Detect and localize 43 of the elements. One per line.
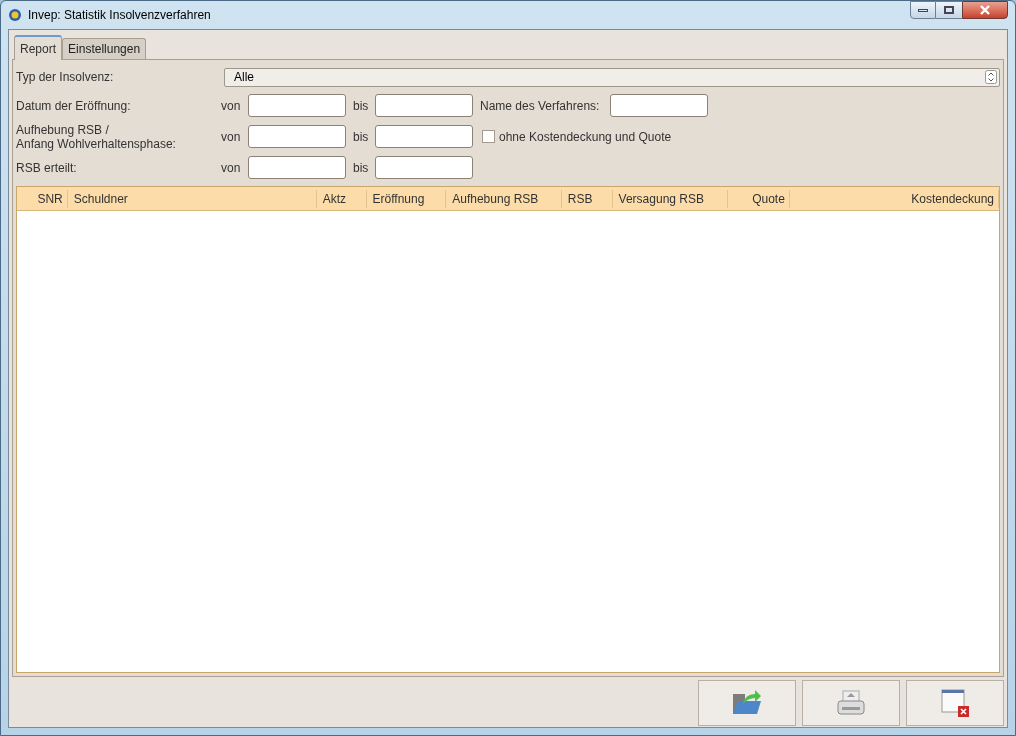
field-label: von (221, 97, 242, 115)
tab[interactable]: Einstellungen (62, 38, 147, 59)
column-header[interactable]: Versagung RSB (612, 189, 729, 208)
field-label: RSB erteilt: (16, 160, 78, 175)
field-label: bis (353, 97, 370, 115)
column-header[interactable]: Quote (728, 189, 790, 208)
field-label: Aufhebung RSB / Anfang Wohlverhaltensphase: (16, 122, 177, 151)
column-header[interactable]: Eröffnung (366, 189, 447, 208)
input-field[interactable] (248, 156, 346, 179)
field-label: Datum der Eröffnung: (16, 98, 132, 113)
input-field[interactable] (375, 94, 473, 117)
maximize-button[interactable] (936, 1, 962, 19)
input-field[interactable] (375, 156, 473, 179)
input-field[interactable] (610, 94, 708, 117)
field-label: von (221, 159, 242, 177)
field-label: bis (353, 159, 370, 177)
window-title: Invep: Statistik Insolvenzverfahren (28, 7, 211, 24)
checkbox-label: ohne Kostendeckung und Quote (499, 128, 672, 146)
window-close-icon (940, 688, 970, 718)
open-folder-button[interactable] (698, 680, 796, 726)
column-header[interactable]: SNR (17, 189, 68, 208)
input-field[interactable] (248, 125, 346, 148)
column-header[interactable]: Kostendeckung (789, 189, 999, 208)
field-label: bis (353, 128, 370, 146)
checkbox[interactable] (482, 130, 495, 143)
column-header[interactable]: Aktz (316, 189, 367, 208)
field-label: Typ der Insolvenz: (16, 69, 115, 86)
input-field[interactable] (375, 125, 473, 148)
printer-icon (836, 689, 866, 717)
close-button[interactable] (962, 1, 1008, 19)
tab[interactable]: Report (14, 35, 63, 60)
minimize-button[interactable] (910, 1, 936, 19)
input-field[interactable] (248, 94, 346, 117)
app-icon (8, 8, 22, 22)
field-label: Name des Verfahrens: (480, 97, 601, 115)
column-header[interactable]: Aufhebung RSB (446, 189, 562, 208)
close-icon (979, 5, 991, 15)
column-header[interactable]: RSB (561, 189, 613, 208)
spinner-icon (985, 70, 997, 84)
column-header[interactable]: Schuldner (67, 189, 317, 208)
close-window-button[interactable] (906, 680, 1004, 726)
type-dropdown[interactable]: Alle (224, 67, 1000, 87)
field-label: von (221, 128, 242, 146)
